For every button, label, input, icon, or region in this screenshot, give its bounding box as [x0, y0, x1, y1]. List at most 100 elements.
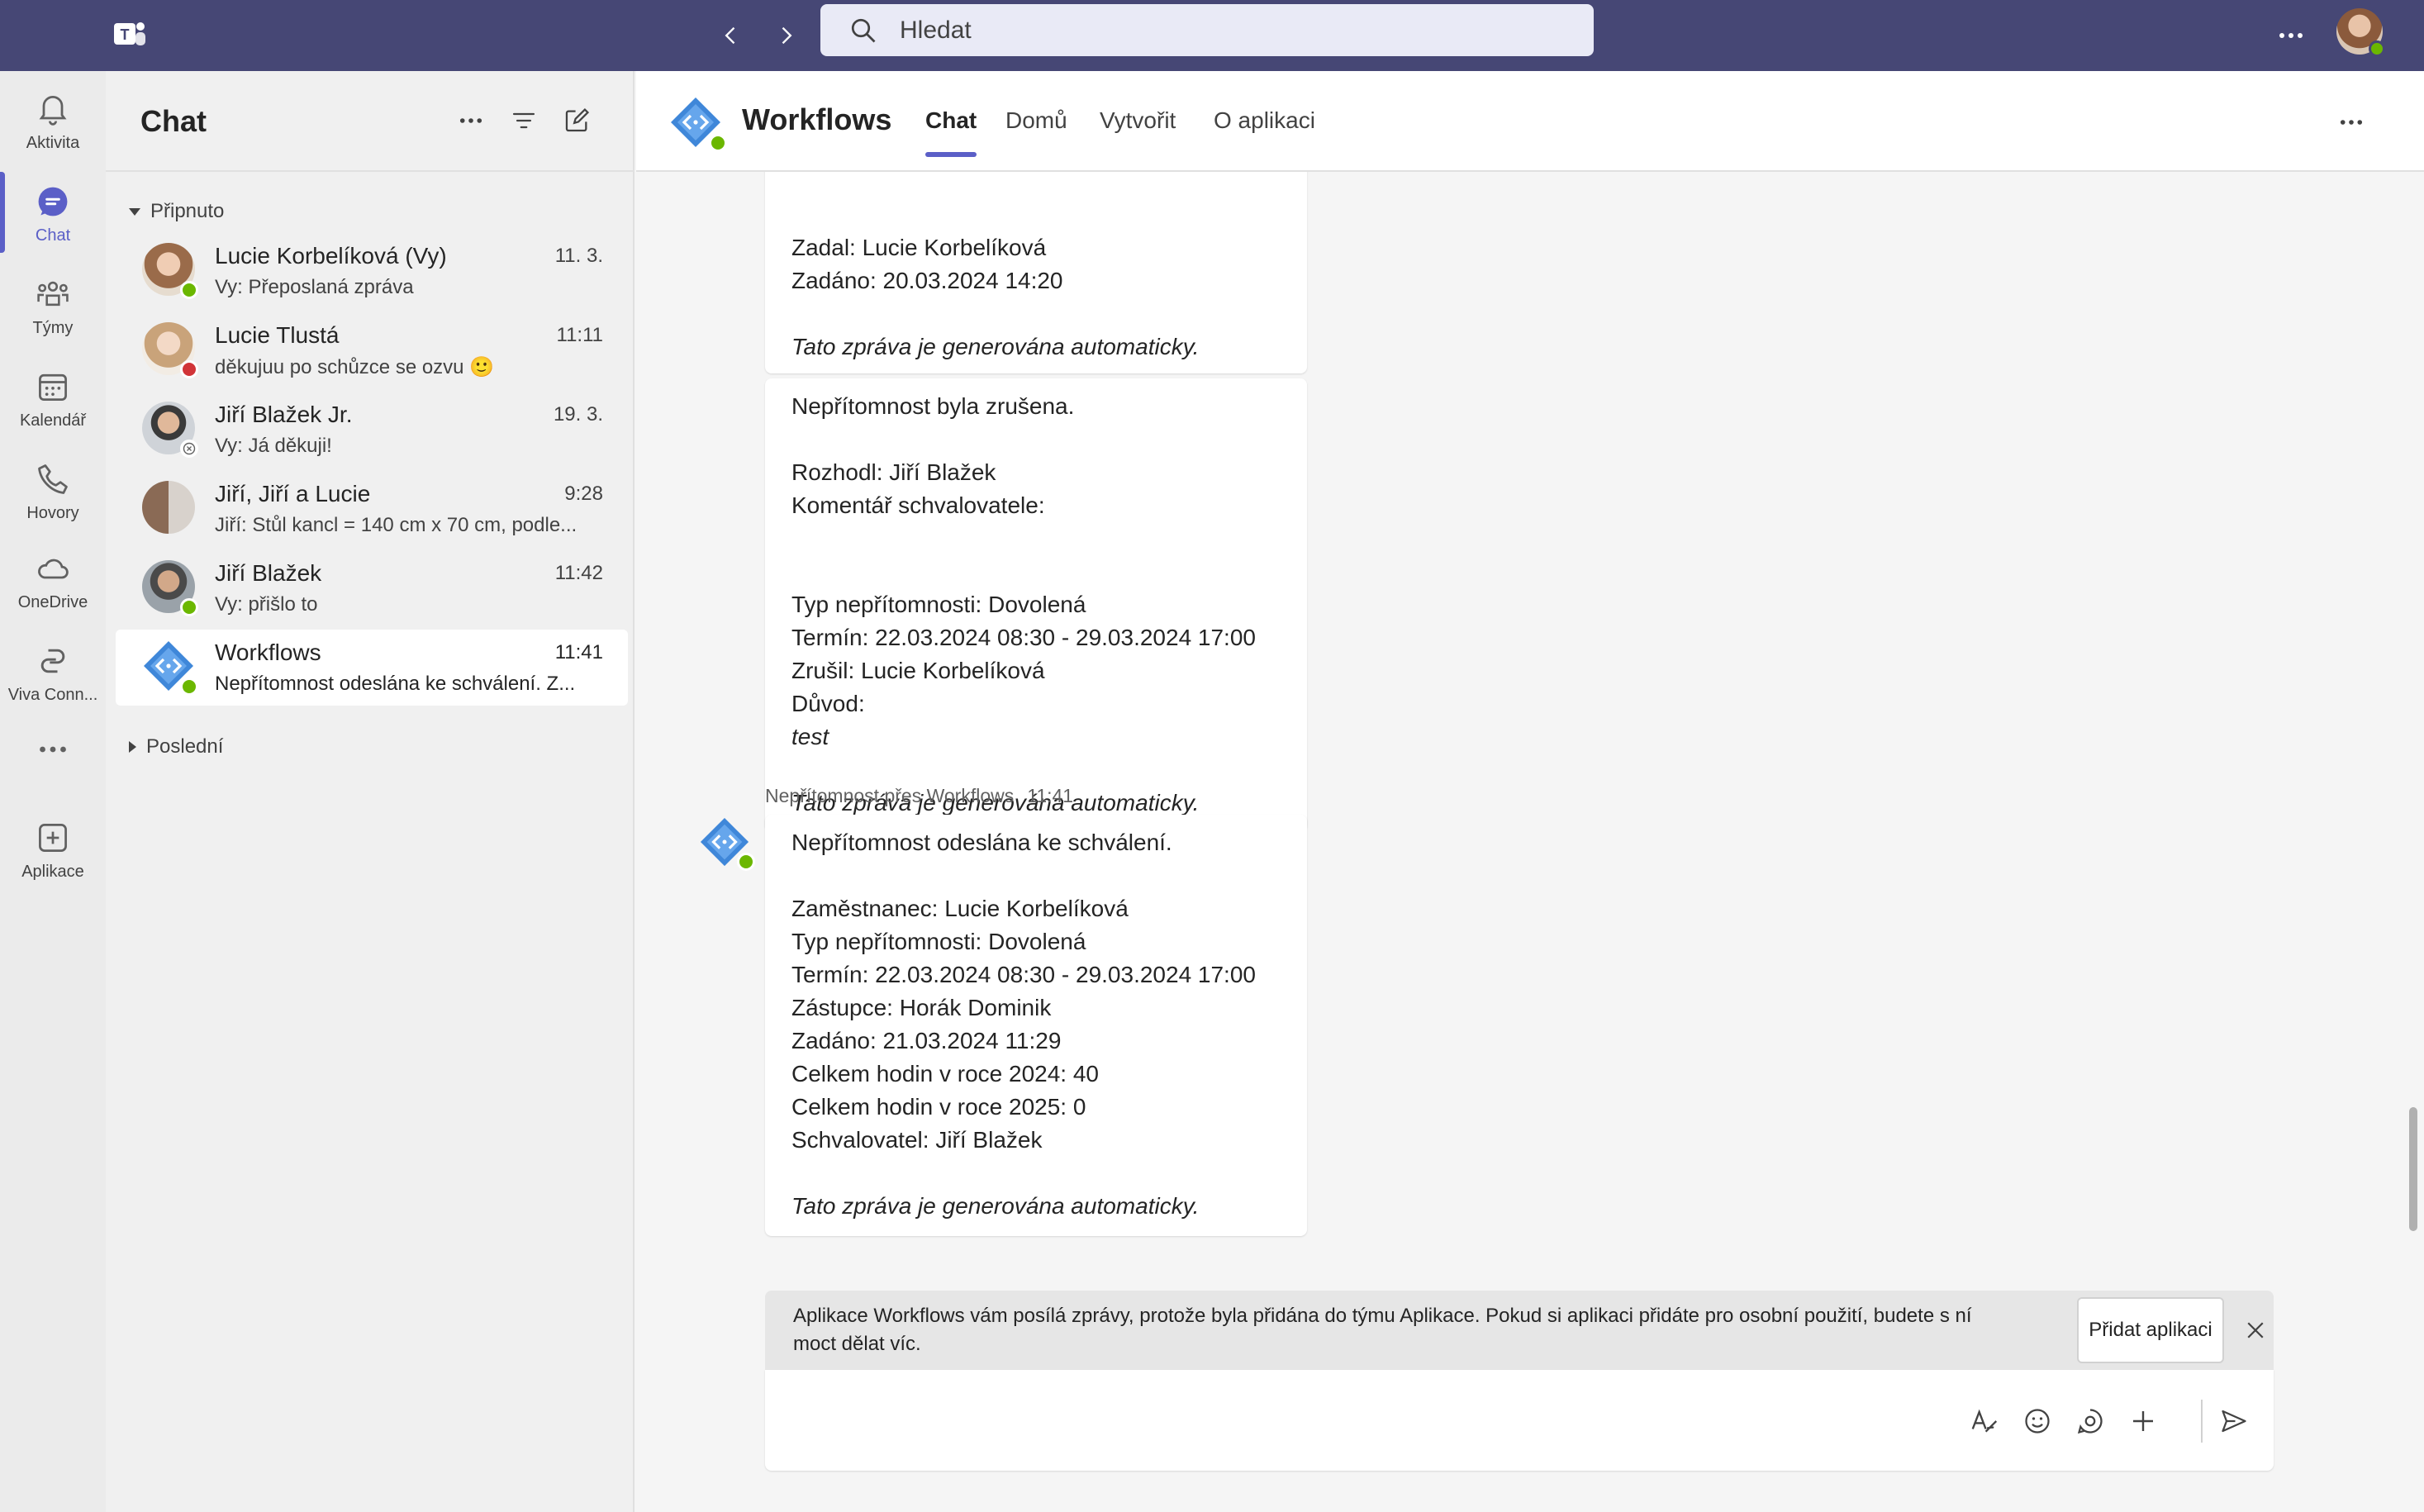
rail-item-chat[interactable]: Chat	[0, 172, 106, 261]
search-icon	[851, 18, 876, 42]
message-line: Termín: 22.03.2024 08:30 - 29.03.2024 17…	[791, 962, 1256, 987]
attach-button[interactable]	[2125, 1403, 2161, 1439]
chat-list-item-selected[interactable]: Workflows 11:41 Nepřítomnost odeslána ke…	[116, 630, 628, 706]
message-line: Schvalovatel: Jiří Blažek	[791, 1127, 1043, 1153]
chat-name: Workflows	[215, 640, 321, 665]
chat-list-item[interactable]: Lucie Tlustá 11:11 děkujuu po schůzce se…	[116, 312, 628, 388]
presence-offline-icon	[180, 440, 198, 458]
message-line: Zástupce: Horák Dominik	[791, 995, 1052, 1020]
emoji-button[interactable]	[2019, 1403, 2056, 1439]
message-bubble: Zadal: Lucie Korbelíková Zadáno: 20.03.2…	[765, 145, 1307, 373]
message-line: Rozhodl: Jiří Blažek	[791, 459, 996, 485]
avatar	[142, 243, 198, 299]
more-horizontal-icon	[2279, 33, 2303, 38]
tab-create[interactable]: Vytvořit	[1100, 107, 1176, 134]
profile-avatar[interactable]	[2336, 8, 2385, 57]
new-chat-button[interactable]	[560, 104, 593, 137]
banner-close-button[interactable]	[2239, 1314, 2272, 1347]
app-rail: Aktivita Chat Týmy Kalendář Hovory OneDr…	[0, 71, 106, 1512]
message-compose-box[interactable]	[765, 1370, 2274, 1471]
avatar	[142, 402, 198, 458]
filter-icon	[512, 112, 535, 129]
message-time: 11:41	[1027, 785, 1074, 806]
chat-preview: Vy: přišlo to	[215, 593, 318, 616]
message-line: Zaměstnanec: Lucie Korbelíková	[791, 896, 1129, 921]
emoji-icon	[2025, 1409, 2050, 1434]
chat-list-title: Chat	[140, 104, 207, 138]
pinned-section-toggle[interactable]: Připnuto	[129, 200, 224, 223]
conversation-scrollbar[interactable]	[2409, 1107, 2417, 1231]
chat-name: Lucie Korbelíková (Vy)	[215, 243, 447, 269]
forward-button[interactable]	[767, 17, 805, 55]
add-app-button-label: Přidat aplikaci	[2089, 1319, 2212, 1341]
rail-more-button[interactable]	[0, 729, 106, 775]
presence-available-icon	[180, 678, 198, 696]
rail-item-calls[interactable]: Hovory	[0, 449, 106, 539]
section-label: Připnuto	[150, 200, 225, 222]
chat-preview: Jiří: Stůl kancl = 140 cm x 70 cm, podle…	[215, 514, 577, 536]
chat-time: 19. 3.	[553, 403, 603, 426]
chevron-right-icon	[782, 26, 792, 45]
avatar	[142, 322, 198, 378]
tab-chat[interactable]: Chat	[925, 107, 977, 157]
message-bubble: Nepřítomnost byla zrušena. Rozhodl: Jiří…	[765, 378, 1307, 831]
bell-icon	[39, 96, 67, 126]
chat-time: 11:41	[554, 641, 603, 663]
message-line: Zadal: Lucie Korbelíková	[791, 235, 1047, 260]
conversation-more-button[interactable]	[2335, 106, 2368, 139]
chat-list-more-button[interactable]	[454, 104, 487, 137]
chat-list-item[interactable]: Jiří, Jiří a Lucie 9:28 Jiří: Stůl kancl…	[116, 471, 628, 547]
more-horizontal-icon	[2340, 120, 2363, 125]
chat-list-header: Chat	[106, 71, 633, 172]
loop-button[interactable]	[2072, 1403, 2108, 1439]
rail-item-onedrive[interactable]: OneDrive	[0, 539, 106, 628]
chat-list-item[interactable]: Jiří Blažek 11:42 Vy: přišlo to	[116, 550, 628, 626]
recent-section-toggle[interactable]: Poslední	[129, 735, 223, 758]
presence-available-icon	[180, 598, 198, 616]
phone-icon	[38, 464, 68, 494]
loop-icon	[2077, 1409, 2103, 1434]
chat-icon	[38, 187, 68, 216]
avatar	[142, 560, 198, 616]
more-horizontal-icon	[459, 118, 482, 123]
settings-more-button[interactable]	[2270, 15, 2312, 56]
rail-label: Týmy	[32, 319, 74, 337]
message-line: Termín: 22.03.2024 08:30 - 29.03.2024 17…	[791, 625, 1256, 650]
chat-time: 11:42	[554, 562, 603, 584]
message-bubble: Nepřítomnost odeslána ke schválení. Zamě…	[765, 815, 1307, 1236]
chat-preview: Vy: Přeposlaná zpráva	[215, 276, 414, 298]
rail-item-viva[interactable]: Viva Conn...	[0, 631, 106, 720]
chat-name: Jiří Blažek Jr.	[215, 402, 353, 427]
toolbar-divider	[2201, 1400, 2203, 1443]
presence-available-icon	[2369, 40, 2385, 57]
rail-item-calendar[interactable]: Kalendář	[0, 357, 106, 446]
chat-list-item[interactable]: Jiří Blažek Jr. 19. 3. Vy: Já děkuji!	[116, 392, 628, 468]
tab-about[interactable]: O aplikaci	[1214, 107, 1315, 134]
message-sender: Nepřítomnost přes Workflows	[765, 785, 1015, 806]
workflows-app-icon	[669, 96, 727, 152]
rail-item-teams[interactable]: Týmy	[0, 264, 106, 354]
rail-item-activity[interactable]: Aktivita	[0, 79, 106, 169]
send-button[interactable]	[2216, 1403, 2252, 1439]
chat-name: Jiří, Jiří a Lucie	[215, 481, 371, 506]
chat-list-pane: Chat Připnuto Lucie Korbelíková (Vy) 11.…	[106, 71, 635, 1512]
title-bar: T Hledat	[0, 0, 2424, 71]
banner-text: Aplikace Workflows vám posílá zprávy, pr…	[793, 1305, 1972, 1355]
group-avatar	[142, 481, 195, 534]
rail-label: Hovory	[26, 504, 79, 522]
chat-list-item[interactable]: Lucie Korbelíková (Vy) 11. 3. Vy: Přepos…	[116, 233, 628, 309]
format-button[interactable]	[1966, 1403, 2003, 1439]
more-horizontal-icon	[40, 746, 66, 753]
back-button[interactable]	[712, 17, 750, 55]
message-line: Zadáno: 20.03.2024 14:20	[791, 268, 1063, 293]
search-input[interactable]: Hledat	[820, 4, 1594, 56]
tab-home[interactable]: Domů	[1005, 107, 1067, 134]
filter-button[interactable]	[507, 104, 540, 137]
search-placeholder: Hledat	[900, 16, 972, 44]
add-app-button[interactable]: Přidat aplikaci	[2077, 1297, 2224, 1363]
rail-item-apps[interactable]: Aplikace	[0, 808, 106, 897]
teams-logo-icon: T	[109, 15, 150, 56]
plus-icon	[2133, 1411, 2153, 1431]
send-icon	[2222, 1410, 2246, 1433]
chat-preview: Vy: Já děkuji!	[215, 435, 332, 457]
